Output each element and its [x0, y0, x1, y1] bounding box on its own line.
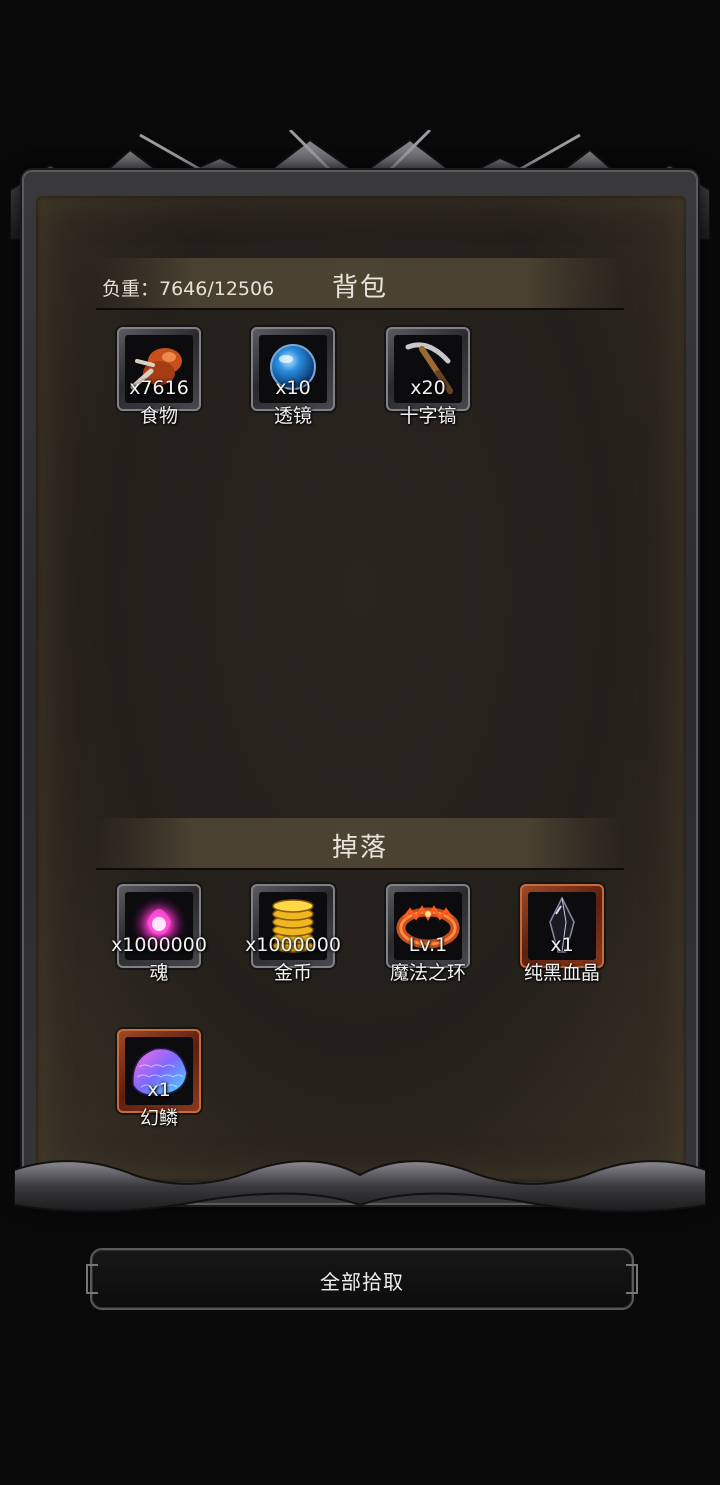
drop-item-black-blood-crystal[interactable]: x1 纯黑血晶: [520, 884, 604, 984]
backpack-item-lens[interactable]: x10 透镜: [251, 327, 335, 427]
item-level: Lv.1: [408, 934, 448, 956]
item-name: 幻鳞: [139, 1107, 178, 1129]
backpack-header: 负重：7646/12506 背包: [96, 258, 624, 310]
backpack-title: 背包: [331, 273, 388, 303]
item-name: 纯黑血晶: [523, 962, 600, 984]
item-count: x1000000: [245, 934, 341, 956]
item-count: x1000000: [111, 934, 207, 956]
frame-foot-ornament: [14, 1160, 706, 1213]
item-count: x7616: [129, 377, 189, 399]
item-name: 十字镐: [399, 405, 457, 427]
drop-item-soul[interactable]: x1000000 魂: [111, 884, 207, 984]
drop-item-gold-coin[interactable]: x1000000 金币: [245, 884, 341, 984]
item-count: x20: [410, 377, 446, 399]
drop-item-phantom-scale[interactable]: x1 幻鳞: [117, 1029, 201, 1129]
backpack-item-food[interactable]: x7616 食物: [117, 327, 201, 427]
item-count: x10: [275, 377, 311, 399]
backpack-item-pickaxe[interactable]: x20 十字镐: [386, 327, 470, 427]
pickup-all-label: 全部拾取: [320, 1270, 404, 1294]
loot-screen: 负重：7646/12506 背包 x7616 食物 x10 透镜 x20 十字镐…: [0, 0, 720, 1485]
item-count: x1: [147, 1079, 171, 1101]
drops-title: 掉落: [331, 833, 388, 863]
item-count: x1: [550, 934, 574, 956]
drop-item-magic-ring[interactable]: Lv.1 魔法之环: [386, 884, 470, 984]
drops-header: 掉落: [96, 818, 624, 870]
pickup-all-button[interactable]: 全部拾取: [86, 1248, 638, 1310]
